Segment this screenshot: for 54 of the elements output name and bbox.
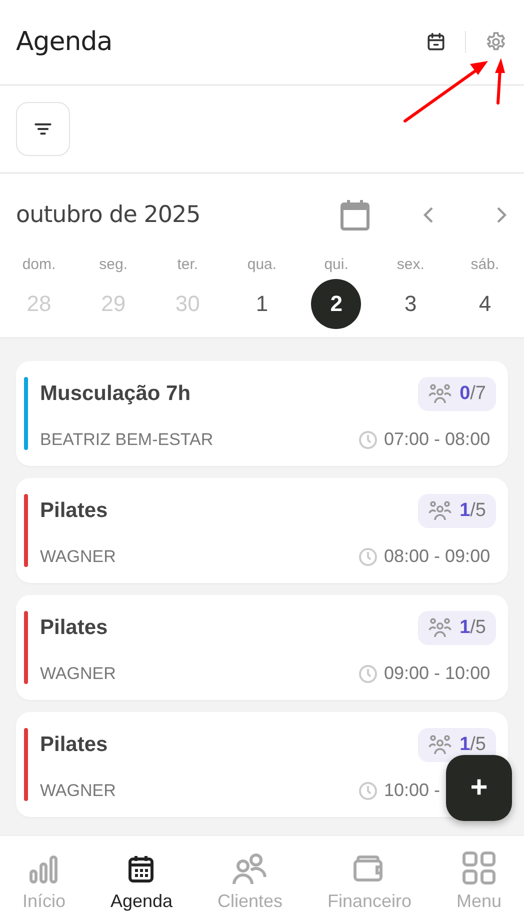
class-title: Musculação 7h: [40, 382, 191, 406]
capacity-count: /5: [470, 500, 486, 521]
grid-icon: [462, 851, 496, 885]
calendar-picker-icon[interactable]: [340, 199, 370, 231]
clock-icon: [358, 430, 378, 450]
instructor-name: WAGNER: [40, 546, 116, 566]
booked-count: 1: [460, 734, 470, 755]
time-range: 09:00 - 10:00: [384, 663, 490, 684]
class-title: Pilates: [40, 733, 108, 757]
time-range: 08:00 - 09:00: [384, 546, 490, 567]
capacity-count: /5: [470, 734, 486, 755]
group-icon: [428, 617, 452, 639]
booked-count: 1: [460, 617, 470, 638]
add-button[interactable]: +: [446, 755, 512, 821]
day-button[interactable]: 2: [311, 279, 362, 329]
nav-tab[interactable]: Agenda: [110, 842, 173, 912]
day-button[interactable]: 4: [460, 279, 510, 329]
weekday-label: qua.: [247, 256, 277, 273]
group-icon: [428, 383, 452, 405]
capacity-count: /5: [470, 617, 486, 638]
instructor-name: WAGNER: [40, 664, 116, 684]
weekday-label: qui.: [324, 256, 348, 273]
weekday-label: seg.: [99, 256, 128, 273]
class-title: Pilates: [40, 499, 108, 523]
weekday-label: sex.: [396, 256, 424, 273]
clock-icon: [358, 664, 378, 684]
class-title: Pilates: [40, 616, 108, 640]
capacity-count: /7: [470, 383, 486, 404]
day-button[interactable]: 1: [236, 279, 287, 329]
booked-count: 0: [460, 383, 470, 404]
weekday-label: sáb.: [470, 256, 500, 273]
class-card[interactable]: Pilates 1/5 WAGNER 09:00 - 10:00: [16, 595, 508, 700]
annotation-arrow: [495, 58, 505, 104]
people-icon: [230, 853, 269, 885]
weekday-label: dom.: [22, 256, 56, 273]
clock-icon: [358, 546, 378, 566]
booked-count: 1: [460, 500, 470, 521]
clock-icon: [358, 780, 378, 800]
group-icon: [428, 734, 452, 756]
weekday-label: ter.: [177, 256, 198, 273]
class-card[interactable]: Musculação 7h 0/7 BEATRIZ BEM-ESTAR 07:00 - 08:00: [16, 361, 508, 466]
previous-icon[interactable]: [422, 205, 436, 225]
group-icon: [428, 500, 452, 522]
day-button[interactable]: 3: [386, 279, 436, 329]
next-icon[interactable]: [494, 205, 508, 225]
instructor-name: WAGNER: [40, 780, 116, 800]
filter-button[interactable]: [16, 102, 70, 156]
instructor-name: BEATRIZ BEM-ESTAR: [40, 430, 214, 450]
page-title: Agenda: [16, 27, 112, 57]
time-range: 07:00 - 08:00: [384, 429, 490, 450]
time-range: 10:00 -: [384, 780, 440, 801]
bar-chart-icon: [28, 853, 60, 885]
month-label: outubro de 2025: [16, 202, 202, 228]
class-card[interactable]: Pilates 1/5 WAGNER 08:00 - 09:00: [16, 478, 508, 583]
